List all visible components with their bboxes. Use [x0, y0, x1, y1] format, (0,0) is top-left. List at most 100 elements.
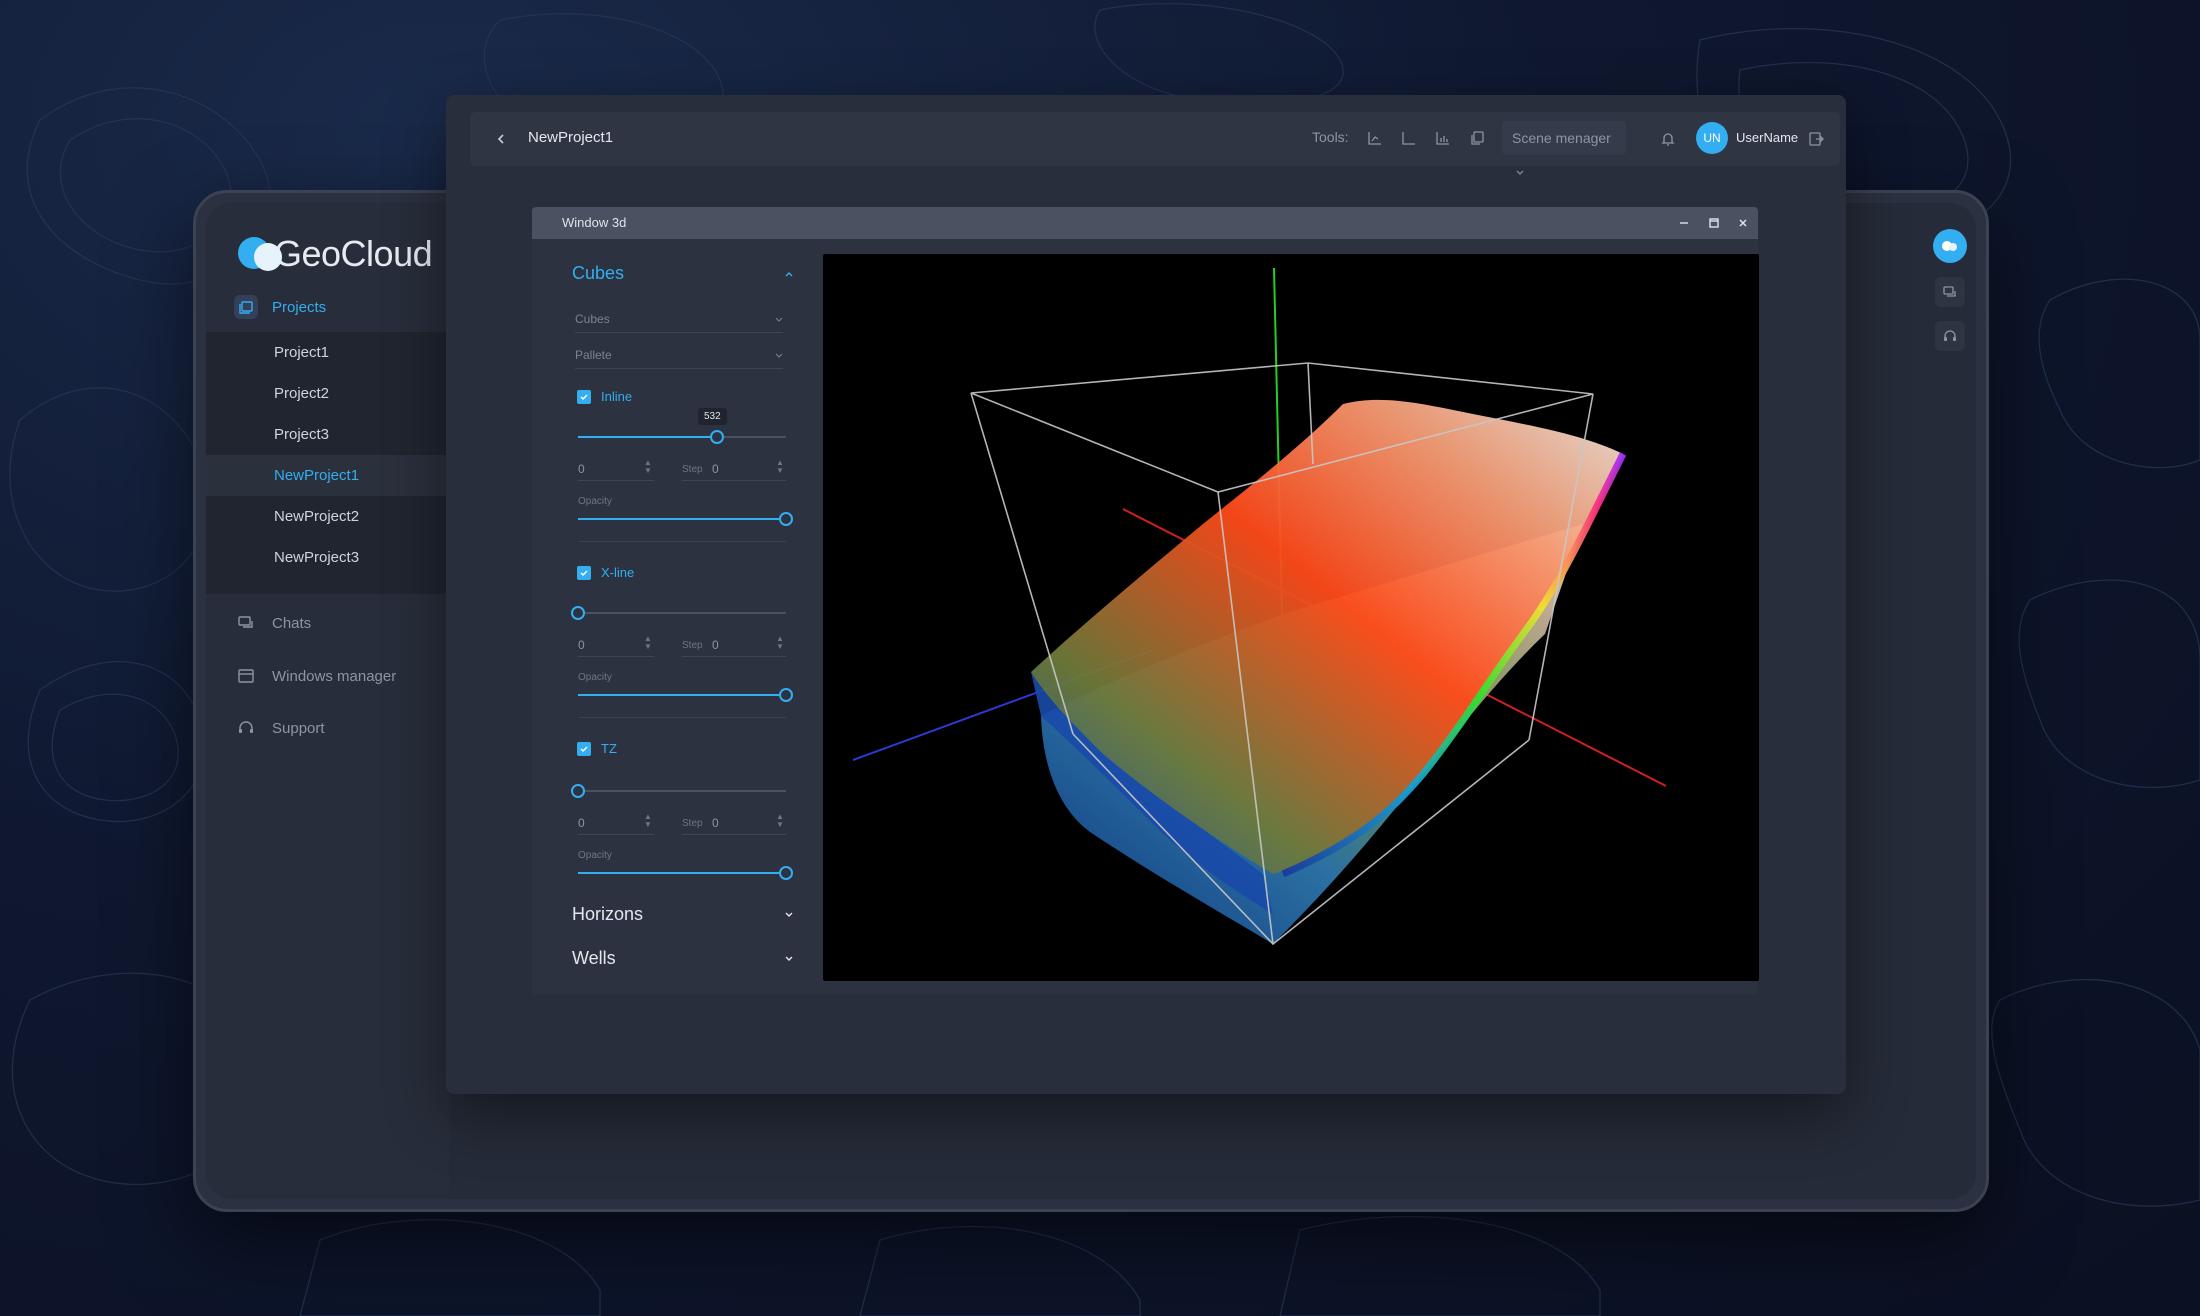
inline-label: Inline [601, 389, 633, 404]
slider-knob[interactable] [571, 784, 585, 798]
inline-step-field[interactable]: Step 0 ▲ ▼ [682, 459, 786, 481]
chevron-left-icon [497, 134, 504, 144]
nav-projects-label: Projects [272, 298, 327, 316]
slider-knob[interactable] [779, 866, 793, 880]
axis-icon[interactable] [1396, 125, 1422, 151]
nav-windows-label: Windows manager [272, 667, 397, 685]
inline-number-row: 0 ▲ ▼ Step 0 ▲ ▼ [578, 457, 786, 481]
checkbox-checked-icon[interactable] [577, 741, 591, 756]
tz-opacity-slider[interactable] [578, 866, 793, 880]
opacity-label: Opacity [578, 672, 612, 683]
chevron-down-icon [785, 956, 793, 961]
step-label: Step [682, 640, 703, 651]
tz-toggle[interactable]: TZ [577, 741, 617, 756]
xline-step-field[interactable]: Step 0 ▲ ▼ [682, 635, 786, 657]
stepper-icon[interactable]: ▲ ▼ [776, 813, 784, 829]
divider [578, 717, 786, 718]
back-button[interactable] [488, 126, 514, 152]
xline-min-value: 0 [578, 638, 585, 652]
project-item[interactable]: Project2 [206, 373, 449, 414]
checkbox-checked-icon[interactable] [577, 389, 591, 404]
nav-support[interactable]: Support [234, 716, 325, 740]
cubes-select[interactable]: Cubes [575, 305, 783, 333]
stepper-icon[interactable]: ▲ ▼ [776, 635, 784, 651]
project-item[interactable]: NewProject2 [206, 496, 449, 537]
nav-chats-label: Chats [272, 614, 312, 632]
scene-manager-dropdown[interactable]: Scene menager [1502, 121, 1626, 175]
window-title: Window 3d [562, 215, 627, 230]
3d-viewport[interactable] [823, 254, 1759, 981]
tz-slider[interactable] [571, 784, 786, 798]
xline-slider[interactable] [571, 606, 786, 620]
maximize-icon[interactable] [1702, 211, 1726, 235]
top-bar: NewProject1 Tools: Scene menager UN User… [470, 112, 1840, 175]
project-item[interactable]: Project1 [206, 332, 449, 373]
avatar[interactable]: UN [1696, 122, 1728, 154]
tz-min-field[interactable]: 0 ▲ ▼ [578, 813, 654, 835]
step-label: Step [682, 818, 703, 829]
tz-step-field[interactable]: Step 0 ▲ ▼ [682, 813, 786, 835]
xline-toggle[interactable]: X-line [577, 565, 634, 580]
seismic-cube-render [852, 267, 1667, 946]
horizons-section-header[interactable]: Horizons [572, 904, 794, 925]
inline-min-field[interactable]: 0 ▲ ▼ [578, 459, 654, 481]
headset-icon[interactable] [1935, 321, 1965, 351]
slider-knob[interactable] [571, 606, 585, 620]
inline-opacity-slider[interactable] [578, 512, 793, 526]
inline-min-value: 0 [578, 462, 585, 476]
controls-panel: Cubes Cubes Pallete Inline 532 0 ▲ ▼ Ste… [532, 239, 822, 995]
tz-number-row: 0 ▲ ▼ Step 0 ▲ ▼ [578, 811, 786, 835]
stepper-icon[interactable]: ▲ ▼ [644, 459, 652, 475]
project-title: NewProject1 [528, 129, 614, 146]
wells-title: Wells [572, 948, 616, 968]
nav-projects[interactable]: Projects [234, 295, 326, 319]
stepper-icon[interactable]: ▲ ▼ [644, 813, 652, 829]
scene-manager-label: Scene menager [1512, 130, 1611, 146]
chat-icon [234, 611, 258, 635]
window-icon [234, 664, 258, 688]
bell-icon[interactable] [1655, 126, 1681, 152]
stepper-icon[interactable]: ▲ ▼ [776, 459, 784, 475]
close-icon[interactable] [1731, 211, 1755, 235]
project-item[interactable]: Project3 [206, 414, 449, 455]
checkbox-checked-icon[interactable] [577, 565, 591, 580]
opacity-label: Opacity [578, 850, 612, 861]
slider-knob[interactable] [779, 688, 793, 702]
inline-slider[interactable] [578, 430, 786, 444]
inline-toggle[interactable]: Inline [577, 389, 632, 404]
opacity-label: Opacity [578, 496, 612, 507]
cubes-title: Cubes [572, 263, 625, 283]
xline-min-field[interactable]: 0 ▲ ▼ [578, 635, 654, 657]
pallete-select[interactable]: Pallete [575, 341, 783, 369]
xline-opacity-slider[interactable] [578, 688, 793, 702]
stepper-icon[interactable]: ▲ ▼ [644, 635, 652, 651]
minimize-icon[interactable] [1672, 211, 1696, 235]
projects-icon [234, 295, 258, 319]
chat-icon[interactable] [1935, 277, 1965, 307]
tz-step-value: 0 [712, 816, 719, 830]
xline-label: X-line [601, 565, 635, 580]
slider-knob[interactable] [710, 430, 725, 444]
username[interactable]: UserName [1736, 130, 1798, 145]
inline-step-value: 0 [712, 462, 719, 476]
chevron-down-icon [785, 912, 793, 917]
chevron-down-icon [775, 317, 783, 322]
slider-knob[interactable] [779, 512, 793, 526]
project-item-active[interactable]: NewProject1 [206, 455, 449, 496]
nav-windows-manager[interactable]: Windows manager [234, 664, 396, 688]
cubes-section-header[interactable]: Cubes [572, 263, 794, 284]
chart-scatter-icon[interactable] [1362, 125, 1388, 151]
chart-bars-icon[interactable] [1430, 125, 1456, 151]
nav-chats[interactable]: Chats [234, 611, 311, 635]
cloud-toggle-icon[interactable] [1933, 229, 1967, 263]
xline-step-value: 0 [712, 638, 719, 652]
tools-label: Tools: [1312, 129, 1349, 145]
geocloud-logo[interactable]: GeoCloud [238, 215, 433, 275]
copy-icon[interactable] [1464, 125, 1490, 151]
window-titlebar[interactable]: Window 3d [532, 207, 1758, 239]
sidebar: GeoCloud Projects Project1 Project2 Proj… [206, 203, 449, 1199]
logo-text: GeoCloud [274, 233, 433, 274]
project-item[interactable]: NewProject3 [206, 537, 449, 578]
wells-section-header[interactable]: Wells [572, 948, 794, 969]
logout-icon[interactable] [1803, 126, 1829, 152]
